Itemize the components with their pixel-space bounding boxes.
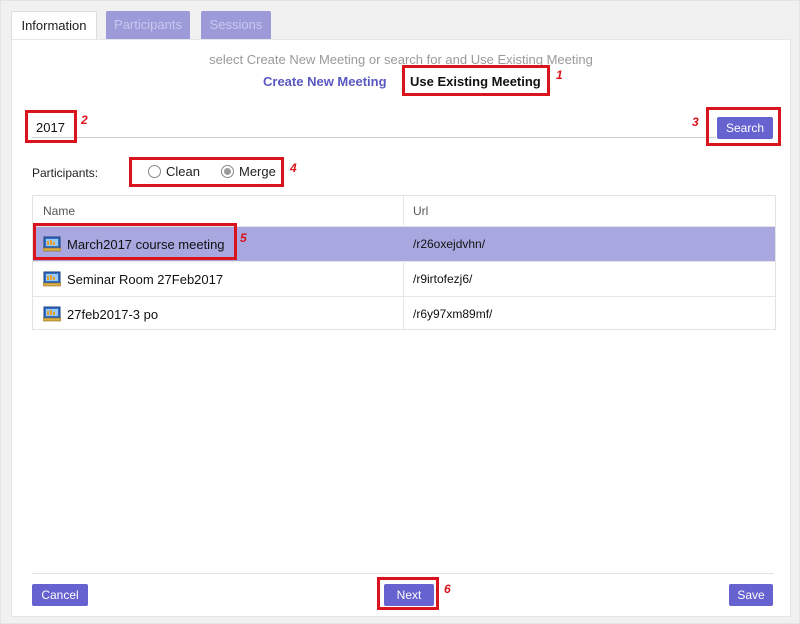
mode-hint-text: select Create New Meeting or search for … [209, 52, 593, 67]
table-header: Name Url [33, 196, 775, 227]
step-number-6: 6 [444, 582, 451, 596]
participants-clean-radio[interactable]: Clean [148, 164, 200, 179]
column-header-url[interactable]: Url [413, 204, 428, 218]
meetings-table: Name Url March2017 course meeting /r26ox… [32, 195, 776, 330]
step-number-5: 5 [240, 231, 247, 245]
meeting-icon [42, 306, 62, 322]
row-name-text: 27feb2017-3 po [67, 306, 159, 322]
radio-label-merge: Merge [239, 164, 276, 179]
tab-information[interactable]: Information [11, 11, 97, 41]
step-number-1: 1 [556, 68, 563, 82]
row-name-cell: 27feb2017-3 po [42, 297, 159, 331]
save-button[interactable]: Save [729, 584, 773, 606]
table-row[interactable]: March2017 course meeting /r26oxejdvhn/ [33, 227, 775, 262]
table-row[interactable]: 27feb2017-3 po /r6y97xm89mf/ [33, 297, 775, 331]
dialog-frame: Information Participants Sessions select… [0, 0, 800, 624]
next-button[interactable]: Next [384, 584, 434, 606]
row-url-cell: /r26oxejdvhn/ [413, 237, 486, 251]
participants-merge-radio[interactable]: Merge [221, 164, 276, 179]
information-panel: select Create New Meeting or search for … [11, 39, 791, 617]
row-name-cell: Seminar Room 27Feb2017 [42, 262, 224, 296]
footer-divider [32, 573, 774, 574]
step-number-4: 4 [290, 161, 297, 175]
radio-unchecked-icon [148, 165, 161, 178]
meeting-icon [42, 271, 62, 287]
create-new-meeting-link[interactable]: Create New Meeting [263, 74, 387, 89]
row-url-cell: /r9irtofezj6/ [413, 272, 473, 286]
use-existing-meeting-link[interactable]: Use Existing Meeting [410, 74, 541, 89]
radio-label-clean: Clean [166, 164, 200, 179]
column-header-name[interactable]: Name [43, 204, 75, 218]
table-row[interactable]: Seminar Room 27Feb2017 /r9irtofezj6/ [33, 262, 775, 297]
meeting-icon [42, 236, 62, 252]
meeting-search-input[interactable] [32, 117, 716, 138]
step-number-3: 3 [692, 115, 699, 129]
tab-participants[interactable]: Participants [106, 11, 190, 39]
row-url-cell: /r6y97xm89mf/ [413, 307, 493, 321]
step-number-2: 2 [81, 113, 88, 127]
row-name-text: Seminar Room 27Feb2017 [67, 271, 224, 287]
row-name-text: March2017 course meeting [67, 236, 225, 252]
tab-sessions[interactable]: Sessions [201, 11, 271, 39]
row-name-cell: March2017 course meeting [42, 227, 225, 261]
cancel-button[interactable]: Cancel [32, 584, 88, 606]
search-button[interactable]: Search [717, 117, 773, 139]
participants-label: Participants: [32, 166, 99, 180]
radio-checked-icon [221, 165, 234, 178]
